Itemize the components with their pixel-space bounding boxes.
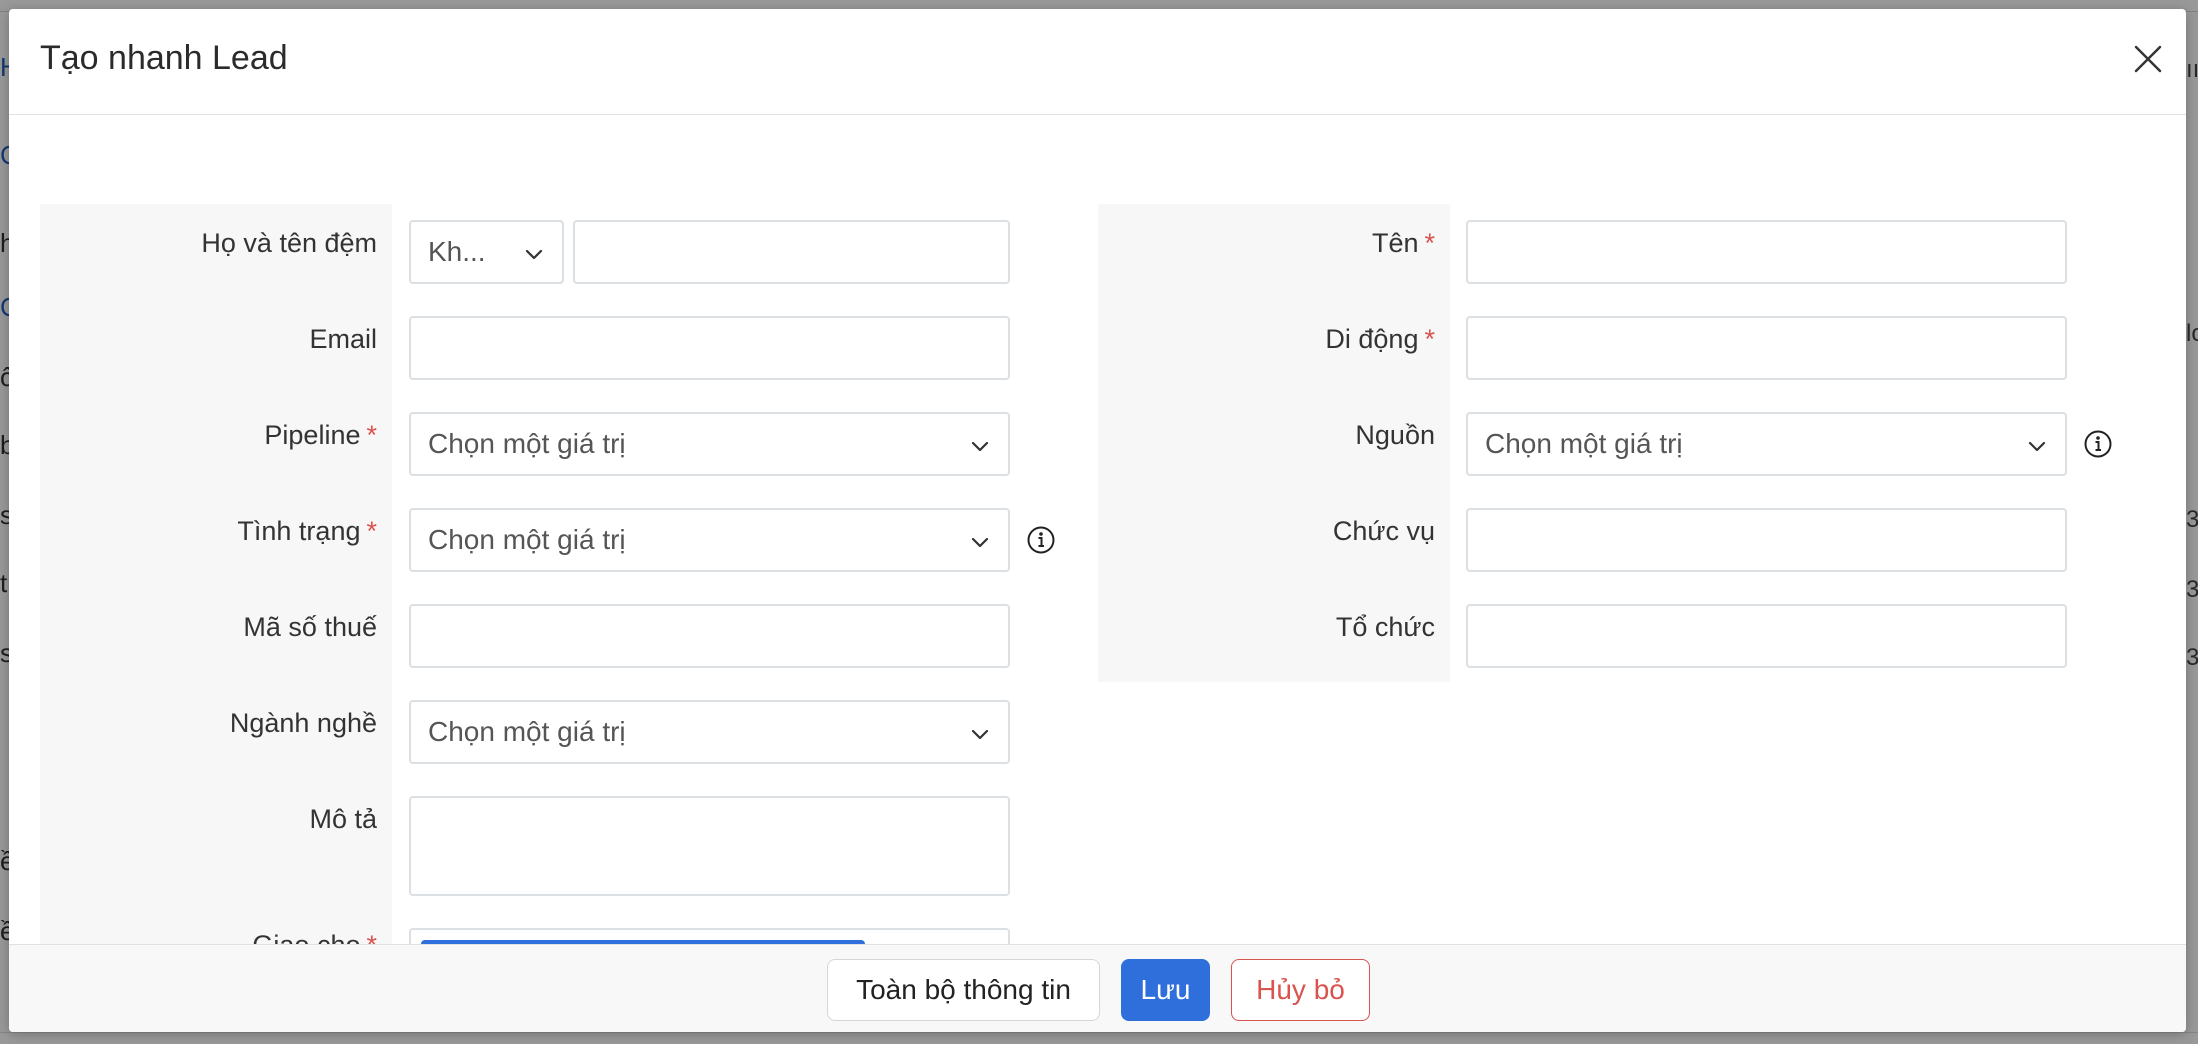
job-title-field[interactable] [1466,508,2067,572]
left-label-panel [40,204,392,954]
source-select[interactable]: Chọn một giá trị [1466,412,2067,476]
organization-label: Tổ chức [1335,612,1435,642]
required-marker: * [366,420,377,450]
required-marker: * [1424,324,1435,354]
quick-create-lead-modal: Tạo nhanh Lead Họ và tên đệm Kh... Email… [9,9,2186,1032]
tax-code-field[interactable] [409,604,1010,668]
cancel-button[interactable]: Hủy bỏ [1231,959,1370,1021]
source-label: Nguồn [1355,420,1435,450]
pipeline-placeholder: Chọn một giá trị [428,428,626,459]
description-textarea[interactable] [409,796,1010,896]
salutation-value: Kh... [428,236,486,267]
info-icon[interactable] [2083,429,2113,459]
chevron-down-icon [971,537,989,548]
full-name-label: Họ và tên đệm [201,228,377,258]
chevron-down-icon [525,249,543,260]
required-marker: * [366,516,377,546]
pipeline-label: Pipeline * [264,420,377,450]
modal-body: Họ và tên đệm Kh... Email Pipeline * Chọn… [9,116,2186,954]
tax-code-label: Mã số thuế [243,612,377,642]
chevron-down-icon [2028,441,2046,452]
required-marker: * [1424,228,1435,258]
modal-title: Tạo nhanh Lead [40,39,288,77]
middle-name-input[interactable] [573,220,1010,284]
chevron-down-icon [971,729,989,740]
industry-placeholder: Chọn một giá trị [428,716,626,747]
salutation-select[interactable]: Kh... [409,220,564,284]
organization-field[interactable] [1466,604,2067,668]
email-field[interactable] [409,316,1010,380]
info-icon[interactable] [1026,525,1056,555]
email-label: Email [309,324,377,354]
pipeline-select[interactable]: Chọn một giá trị [409,412,1010,476]
first-name-field[interactable] [1466,220,2067,284]
description-label: Mô tả [309,804,377,834]
source-placeholder: Chọn một giá trị [1485,428,1683,459]
status-placeholder: Chọn một giá trị [428,524,626,555]
status-label: Tình trạng * [237,516,377,546]
full-info-button[interactable]: Toàn bộ thông tin [827,959,1100,1021]
first-name-label: Tên * [1371,228,1435,258]
close-button[interactable] [2128,39,2168,79]
chevron-down-icon [971,441,989,452]
modal-footer: Toàn bộ thông tin Lưu Hủy bỏ [9,944,2186,1032]
close-icon [2134,45,2162,73]
status-select[interactable]: Chọn một giá trị [409,508,1010,572]
save-button[interactable]: Lưu [1121,959,1210,1021]
modal-header: Tạo nhanh Lead [9,9,2186,115]
industry-label: Ngành nghề [229,708,377,738]
mobile-label: Di động * [1325,324,1435,354]
job-title-label: Chức vụ [1332,516,1435,546]
industry-select[interactable]: Chọn một giá trị [409,700,1010,764]
mobile-field[interactable] [1466,316,2067,380]
